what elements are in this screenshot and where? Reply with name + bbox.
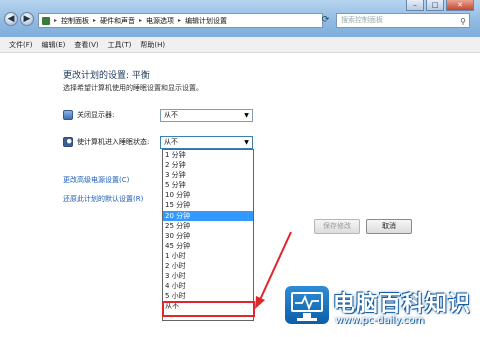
watermark: 电脑百科知识 www.pc-daily.com [285, 282, 475, 332]
monitor-logo-icon [285, 286, 329, 324]
watermark-site: www.pc-daily.com [335, 315, 425, 326]
watermark-brand: 电脑百科知识 [333, 292, 472, 317]
